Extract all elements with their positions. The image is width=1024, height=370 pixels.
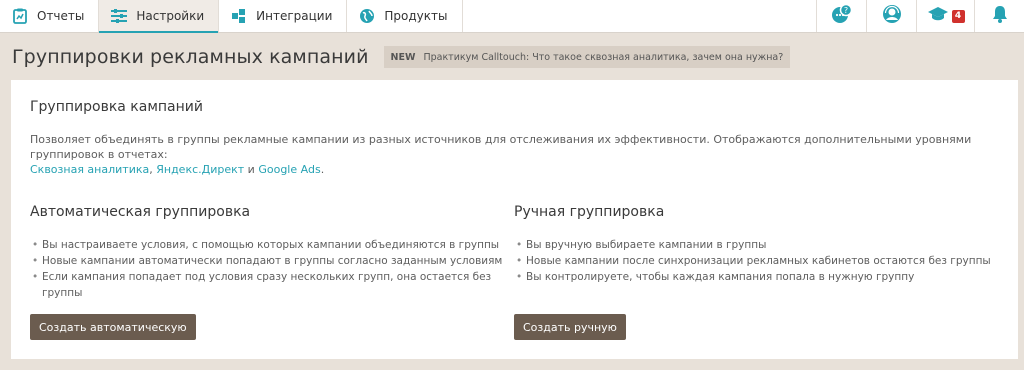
list-item: Вы вручную выбираете кампании в группы — [514, 237, 1014, 253]
news-link[interactable]: Практикум Calltouch: Что такое сквозная … — [423, 52, 783, 63]
tab-integrations[interactable]: Интеграции — [219, 0, 346, 32]
list-item: Вы контролируете, чтобы каждая кампания … — [514, 269, 1014, 285]
tab-label: Отчеты — [37, 9, 85, 23]
support-chat-icon: ? — [831, 3, 853, 28]
description-text: Позволяет объединять в группы рекламные … — [30, 133, 972, 161]
news-banner[interactable]: NEW Практикум Calltouch: Что такое сквоз… — [383, 46, 791, 68]
manual-grouping-list: Вы вручную выбираете кампании в группы Н… — [514, 237, 1014, 285]
notifications-button[interactable] — [974, 0, 1024, 32]
manual-grouping-section: Ручная группировка Вы вручную выбираете … — [514, 204, 1014, 285]
card-title: Группировка кампаний — [30, 99, 203, 115]
page-header: Группировки рекламных кампаний NEW Практ… — [12, 46, 791, 68]
manual-grouping-title: Ручная группировка — [514, 204, 665, 220]
auto-grouping-section: Автоматическая группировка Вы настраивае… — [30, 204, 515, 301]
clipboard-chart-icon — [12, 8, 28, 24]
list-item: Новые кампании автоматически попадают в … — [30, 253, 515, 269]
tab-products[interactable]: Продукты — [347, 0, 461, 32]
globe-icon — [359, 8, 375, 24]
top-navigation: Отчеты Настройки Интеграции Продукты ? 4 — [0, 0, 1024, 33]
tab-label: Продукты — [384, 9, 448, 23]
create-auto-button[interactable]: Создать автоматическую — [30, 314, 196, 340]
tab-reports[interactable]: Отчеты — [0, 0, 98, 32]
bell-icon — [992, 5, 1008, 27]
link-yandex-direct[interactable]: Яндекс.Директ — [156, 163, 244, 176]
svg-text:?: ? — [843, 6, 847, 15]
news-new-tag: NEW — [390, 51, 416, 63]
sliders-icon — [111, 8, 128, 24]
list-item: Новые кампании после синхронизации рекла… — [514, 253, 1014, 269]
graduation-cap-icon — [927, 6, 949, 26]
support-button[interactable]: ? — [816, 0, 866, 32]
manager-button[interactable] — [866, 0, 916, 32]
tab-label: Интеграции — [256, 9, 333, 23]
auto-grouping-title: Автоматическая группировка — [30, 204, 251, 220]
tab-label: Настройки — [136, 9, 205, 23]
page-title: Группировки рекламных кампаний — [12, 46, 369, 68]
divider — [461, 0, 463, 32]
campaign-grouping-card: Группировка кампаний Позволяет объединят… — [11, 80, 1018, 359]
link-end: . — [320, 163, 325, 176]
auto-grouping-list: Вы настраиваете условия, с помощью котор… — [30, 237, 515, 301]
create-manual-button[interactable]: Создать ручную — [514, 314, 626, 340]
list-item: Если кампания попадает под условия сразу… — [30, 269, 515, 301]
list-item: Вы настраиваете условия, с помощью котор… — [30, 237, 515, 253]
manager-headset-icon — [882, 4, 902, 28]
puzzle-icon — [231, 8, 247, 24]
link-end-to-end-analytics[interactable]: Сквозная аналитика — [30, 163, 149, 176]
card-description: Позволяет объединять в группы рекламные … — [30, 132, 1005, 177]
tab-settings[interactable]: Настройки — [99, 0, 219, 33]
academy-button[interactable]: 4 — [916, 0, 974, 32]
toolbar-right: ? 4 — [816, 0, 1024, 32]
academy-badge: 4 — [951, 9, 965, 23]
link-separator: и — [244, 163, 259, 176]
link-google-ads[interactable]: Google Ads — [258, 163, 320, 176]
